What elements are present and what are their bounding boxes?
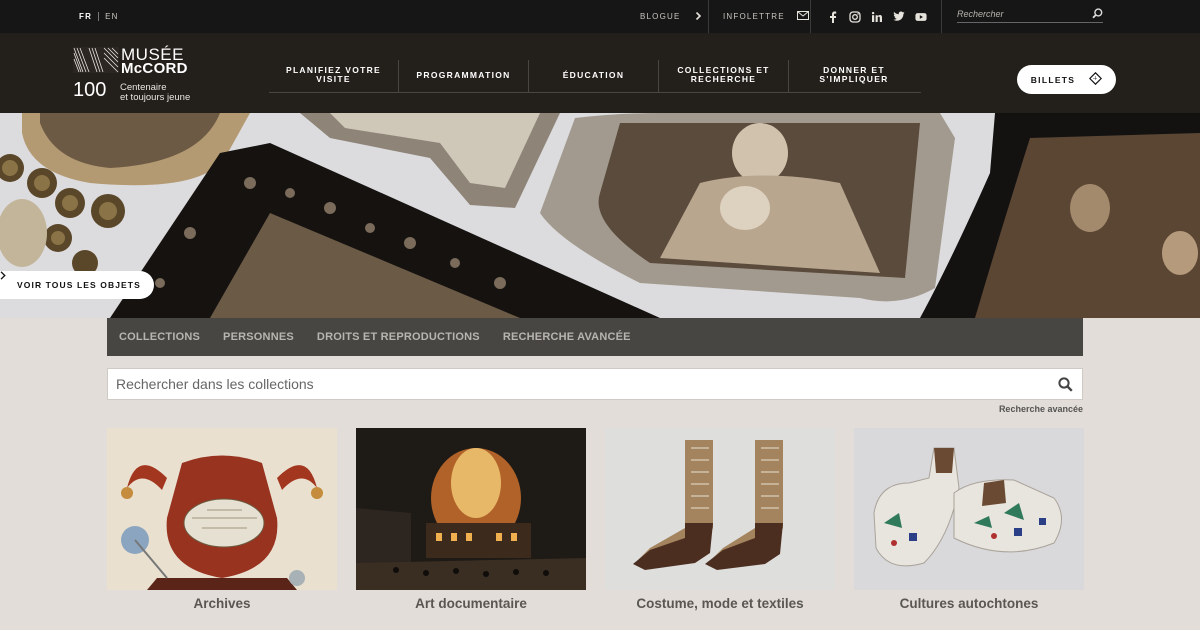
subnav-advanced-search[interactable]: RECHERCHE AVANCÉE: [503, 331, 631, 343]
lang-divider: [98, 12, 100, 21]
nav-programming[interactable]: PROGRAMMATION: [399, 60, 529, 92]
instagram-icon[interactable]: [849, 10, 861, 23]
nav-give-involve-label: DONNER ET S'IMPLIQUER: [819, 66, 888, 84]
social-links: [810, 0, 942, 33]
subnav-people[interactable]: PERSONNES: [223, 331, 294, 343]
view-all-objects-label: VOIR TOUS LES OBJETS: [17, 280, 141, 290]
nav-plan-visit-label: PLANIFIEZ VOTRE VISITE: [286, 66, 381, 84]
collection-cards: Archives Art documentaire Costume, mode …: [107, 428, 1084, 628]
nav-give-involve[interactable]: DONNER ET S'IMPLIQUER: [789, 60, 919, 92]
twitter-icon[interactable]: [893, 11, 905, 23]
language-switcher: FR EN: [79, 12, 119, 21]
youtube-icon[interactable]: [915, 11, 927, 23]
tickets-label: BILLETS: [1030, 74, 1076, 85]
nav-collections-research[interactable]: COLLECTIONS ET RECHERCHE: [659, 60, 789, 92]
card-archives-image: [107, 428, 337, 590]
newsletter-label: INFOLETTRE: [723, 12, 785, 21]
tickets-button[interactable]: BILLETS: [1017, 65, 1116, 94]
nav-collections-research-line2: RECHERCHE: [690, 74, 757, 84]
collection-search-input[interactable]: [108, 369, 1008, 399]
collections-subnav: COLLECTIONS PERSONNES DROITS ET REPRODUC…: [107, 318, 1083, 356]
ticket-icon: [1089, 71, 1103, 87]
linkedin-icon[interactable]: [871, 11, 883, 23]
hero-frames-image: [0, 113, 1200, 318]
hero-banner: VOIR TOUS LES OBJETS: [0, 113, 1200, 318]
museum-logo[interactable]: MUSÉE McCORD 100 Centenaire et toujours …: [73, 45, 213, 103]
card-costume-fashion-image: [605, 428, 835, 590]
chevron-right-icon: [695, 11, 702, 22]
nav-plan-visit-line2: VISITE: [316, 74, 351, 84]
site-search-input[interactable]: [957, 6, 1085, 19]
card-indigenous-cultures-label: Cultures autochtones: [899, 596, 1039, 611]
card-documentary-art[interactable]: Art documentaire: [356, 428, 586, 611]
view-all-objects-button[interactable]: VOIR TOUS LES OBJETS: [0, 271, 154, 299]
facebook-icon[interactable]: [827, 11, 839, 23]
lang-en[interactable]: EN: [105, 12, 119, 21]
nav-give-involve-line2: S'IMPLIQUER: [819, 74, 889, 84]
nav-plan-visit[interactable]: PLANIFIEZ VOTRE VISITE: [269, 60, 399, 92]
advanced-search-link[interactable]: Recherche avancée: [983, 404, 1083, 414]
main-header: MUSÉE McCORD 100 Centenaire et toujours …: [0, 33, 1200, 113]
nav-programming-label: PROGRAMMATION: [416, 69, 511, 80]
newsletter-link[interactable]: INFOLETTRE: [708, 0, 810, 33]
card-indigenous-cultures-image: [854, 428, 1084, 590]
nav-education[interactable]: ÉDUCATION: [529, 60, 659, 92]
blog-label: BLOGUE: [640, 12, 681, 21]
card-costume-fashion[interactable]: Costume, mode et textiles: [605, 428, 835, 611]
blog-link[interactable]: BLOGUE: [640, 0, 702, 33]
search-icon[interactable]: [1058, 377, 1073, 397]
card-documentary-art-label: Art documentaire: [415, 596, 527, 611]
utility-bar: FR EN BLOGUE INFOLETTRE: [0, 0, 1200, 33]
logo-mark: [73, 47, 119, 73]
card-documentary-art-image: [356, 428, 586, 590]
logo-tagline-2: et toujours jeune: [120, 92, 191, 103]
mail-icon: [796, 11, 809, 22]
lang-fr[interactable]: FR: [79, 12, 92, 21]
card-archives[interactable]: Archives: [107, 428, 337, 611]
site-search: [957, 6, 1103, 23]
card-costume-fashion-label: Costume, mode et textiles: [636, 596, 804, 611]
main-navigation: PLANIFIEZ VOTRE VISITE PROGRAMMATION ÉDUC…: [269, 60, 921, 93]
card-indigenous-cultures[interactable]: Cultures autochtones: [854, 428, 1084, 611]
subnav-collections[interactable]: COLLECTIONS: [119, 331, 200, 343]
card-archives-label: Archives: [193, 596, 251, 611]
nav-collections-research-label: COLLECTIONS ET RECHERCHE: [677, 66, 769, 84]
search-icon[interactable]: [1092, 8, 1103, 21]
collection-search-box: [107, 368, 1083, 400]
logo-centenary-number: 100: [73, 79, 107, 101]
logo-text-mccord: McCORD: [121, 60, 188, 77]
nav-education-label: ÉDUCATION: [562, 69, 625, 80]
subnav-rights-reproductions[interactable]: DROITS ET REPRODUCTIONS: [317, 331, 480, 343]
